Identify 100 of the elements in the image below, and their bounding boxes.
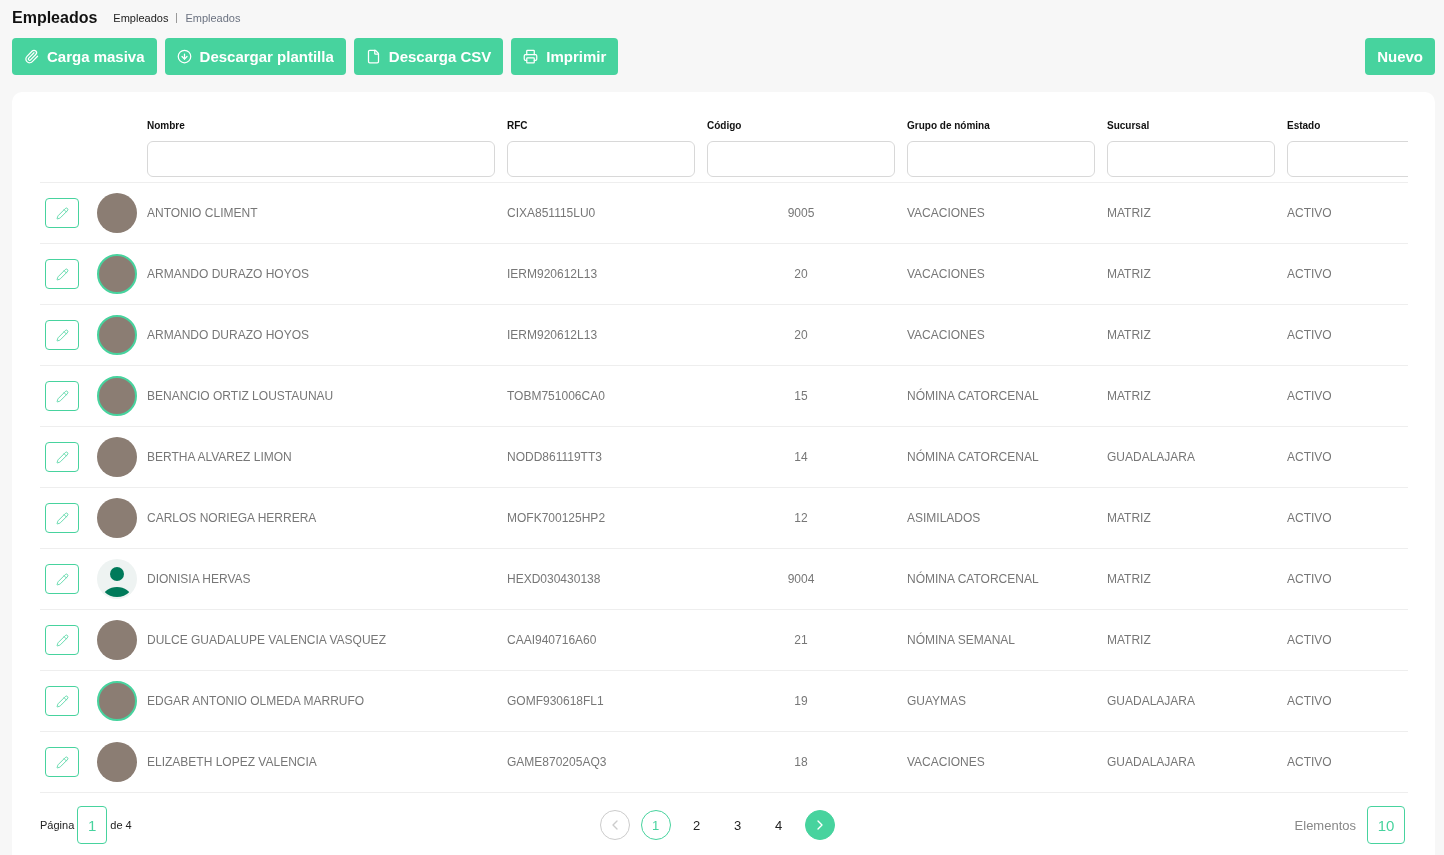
table-cell-text: ACTIVO: [1287, 328, 1333, 342]
pencil-icon: [55, 328, 69, 342]
table-cell-text: VACACIONES: [907, 755, 986, 769]
table-cell-text: CAAI940716A60: [507, 633, 598, 647]
table-cell-text: ASIMILADOS: [907, 511, 982, 525]
edit-button[interactable]: [45, 381, 79, 411]
edit-button[interactable]: [45, 442, 79, 472]
table-cell-text: 21: [793, 633, 809, 647]
table-cell-text: NÓMINA CATORCENAL: [907, 572, 1040, 586]
column-header: Código: [707, 120, 743, 131]
pencil-icon: [55, 755, 69, 769]
table-cell-text: NÓMINA SEMANAL: [907, 633, 1017, 647]
table-cell-text: MATRIZ: [1107, 389, 1152, 403]
toolbar-button[interactable]: Imprimir: [511, 37, 619, 75]
breadcrumb-item: Empleados: [185, 12, 241, 24]
pencil-icon: [55, 389, 69, 403]
table-cell-text: CARLOS NORIEGA HERRERA: [147, 511, 318, 525]
table-cell-text: NÓMINA CATORCENAL: [907, 450, 1040, 464]
table-cell-text: MOFK700125HP2: [507, 511, 607, 525]
page-label: Página: [40, 819, 75, 831]
pencil-icon: [55, 694, 69, 708]
filter-field[interactable]: [707, 141, 895, 177]
table-cell-text: IERM920612L13: [507, 267, 599, 281]
table-cell-text: ACTIVO: [1287, 755, 1333, 769]
table-cell-text: GAME870205AQ3: [507, 755, 608, 769]
filter-field[interactable]: [147, 141, 495, 177]
table-cell-text: 20: [793, 267, 809, 281]
toolbar-button[interactable]: Descargar plantilla: [164, 37, 346, 75]
filter-field[interactable]: [1107, 141, 1275, 177]
table-cell-text: MATRIZ: [1107, 206, 1152, 220]
table-cell-text: 20: [793, 328, 809, 342]
pencil-icon: [55, 572, 69, 586]
elements-label: Elementos: [1294, 817, 1356, 833]
pencil-icon: [55, 511, 69, 525]
table-cell-text: ELIZABETH LOPEZ VALENCIA: [147, 755, 318, 769]
filter-field[interactable]: [1287, 141, 1408, 177]
next-page-button[interactable]: [804, 810, 835, 840]
table-cell-text: ACTIVO: [1287, 694, 1333, 708]
page-size-field[interactable]: 10: [1367, 806, 1405, 844]
page-button[interactable]: 1: [640, 810, 671, 840]
table-cell-text: ARMANDO DURAZO HOYOS: [147, 267, 310, 281]
download-icon: [176, 48, 192, 64]
table-cell-text: MATRIZ: [1107, 633, 1152, 647]
print-icon: [523, 48, 539, 64]
table-cell-text: DIONISIA HERVAS: [147, 572, 252, 586]
edit-button[interactable]: [45, 564, 79, 594]
table-cell-text: GUADALAJARA: [1107, 694, 1197, 708]
table-cell-text: 9005: [786, 206, 816, 220]
table-cell-text: EDGAR ANTONIO OLMEDA MARRUFO: [147, 694, 366, 708]
table-cell-text: MATRIZ: [1107, 328, 1152, 342]
page-title: Empleados: [12, 9, 98, 27]
filter-field[interactable]: [907, 141, 1095, 177]
paperclip-icon: [24, 48, 39, 64]
column-header: Nombre: [147, 120, 186, 131]
table-cell-text: 19: [793, 694, 809, 708]
table-cell-text: GUADALAJARA: [1107, 450, 1197, 464]
new-button[interactable]: Nuevo: [1365, 37, 1435, 75]
table-cell-text: BENANCIO ORTIZ LOUSTAUNAU: [147, 389, 335, 403]
toolbar-button[interactable]: Descarga CSV: [353, 37, 504, 75]
edit-button[interactable]: [45, 747, 79, 777]
table-cell-text: GOMF930618FL1: [507, 694, 605, 708]
table-cell-text: MATRIZ: [1107, 572, 1152, 586]
pencil-icon: [55, 267, 69, 281]
pencil-icon: [55, 633, 69, 647]
table-cell-text: DULCE GUADALUPE VALENCIA VASQUEZ: [147, 633, 387, 647]
table-cell-text: VACACIONES: [907, 206, 986, 220]
edit-button[interactable]: [45, 686, 79, 716]
edit-button[interactable]: [45, 503, 79, 533]
edit-button[interactable]: [45, 625, 79, 655]
table-cell-text: MATRIZ: [1107, 511, 1152, 525]
filter-field[interactable]: [507, 141, 695, 177]
breadcrumb-item[interactable]: Empleados: [113, 12, 169, 24]
table-cell-text: BERTHA ALVAREZ LIMON: [147, 450, 293, 464]
table-cell-text: 18: [793, 755, 809, 769]
column-header: Grupo de nómina: [907, 120, 991, 131]
page-input-field[interactable]: 1: [77, 806, 108, 844]
table-cell-text: MATRIZ: [1107, 267, 1152, 281]
edit-button[interactable]: [45, 198, 79, 228]
table-cell-text: ANTONIO CLIMENT: [147, 206, 259, 220]
pencil-icon: [55, 450, 69, 464]
table-cell-text: NÓMINA CATORCENAL: [907, 389, 1040, 403]
table-cell-text: ACTIVO: [1287, 511, 1333, 525]
column-header: Estado: [1287, 120, 1322, 131]
toolbar-button[interactable]: Carga masiva: [12, 37, 157, 75]
page-total: de 4: [110, 819, 132, 831]
table-cell-text: VACACIONES: [907, 328, 986, 342]
table-cell-text: CIXA851115LU0: [507, 206, 597, 220]
column-header: Sucursal: [1107, 120, 1151, 131]
table-cell-text: ACTIVO: [1287, 450, 1333, 464]
edit-button[interactable]: [45, 259, 79, 289]
table-cell-text: 12: [793, 511, 809, 525]
table-cell-text: NODD861119TT3: [507, 450, 603, 464]
table-cell-text: TOBM751006CA0: [507, 389, 606, 403]
edit-button[interactable]: [45, 320, 79, 350]
table-cell-text: ARMANDO DURAZO HOYOS: [147, 328, 310, 342]
table-cell-text: ACTIVO: [1287, 267, 1333, 281]
table-cell-text: ACTIVO: [1287, 572, 1333, 586]
table-cell-text: ACTIVO: [1287, 206, 1333, 220]
pencil-icon: [55, 206, 69, 220]
table-cell-text: GUAYMAS: [907, 694, 968, 708]
